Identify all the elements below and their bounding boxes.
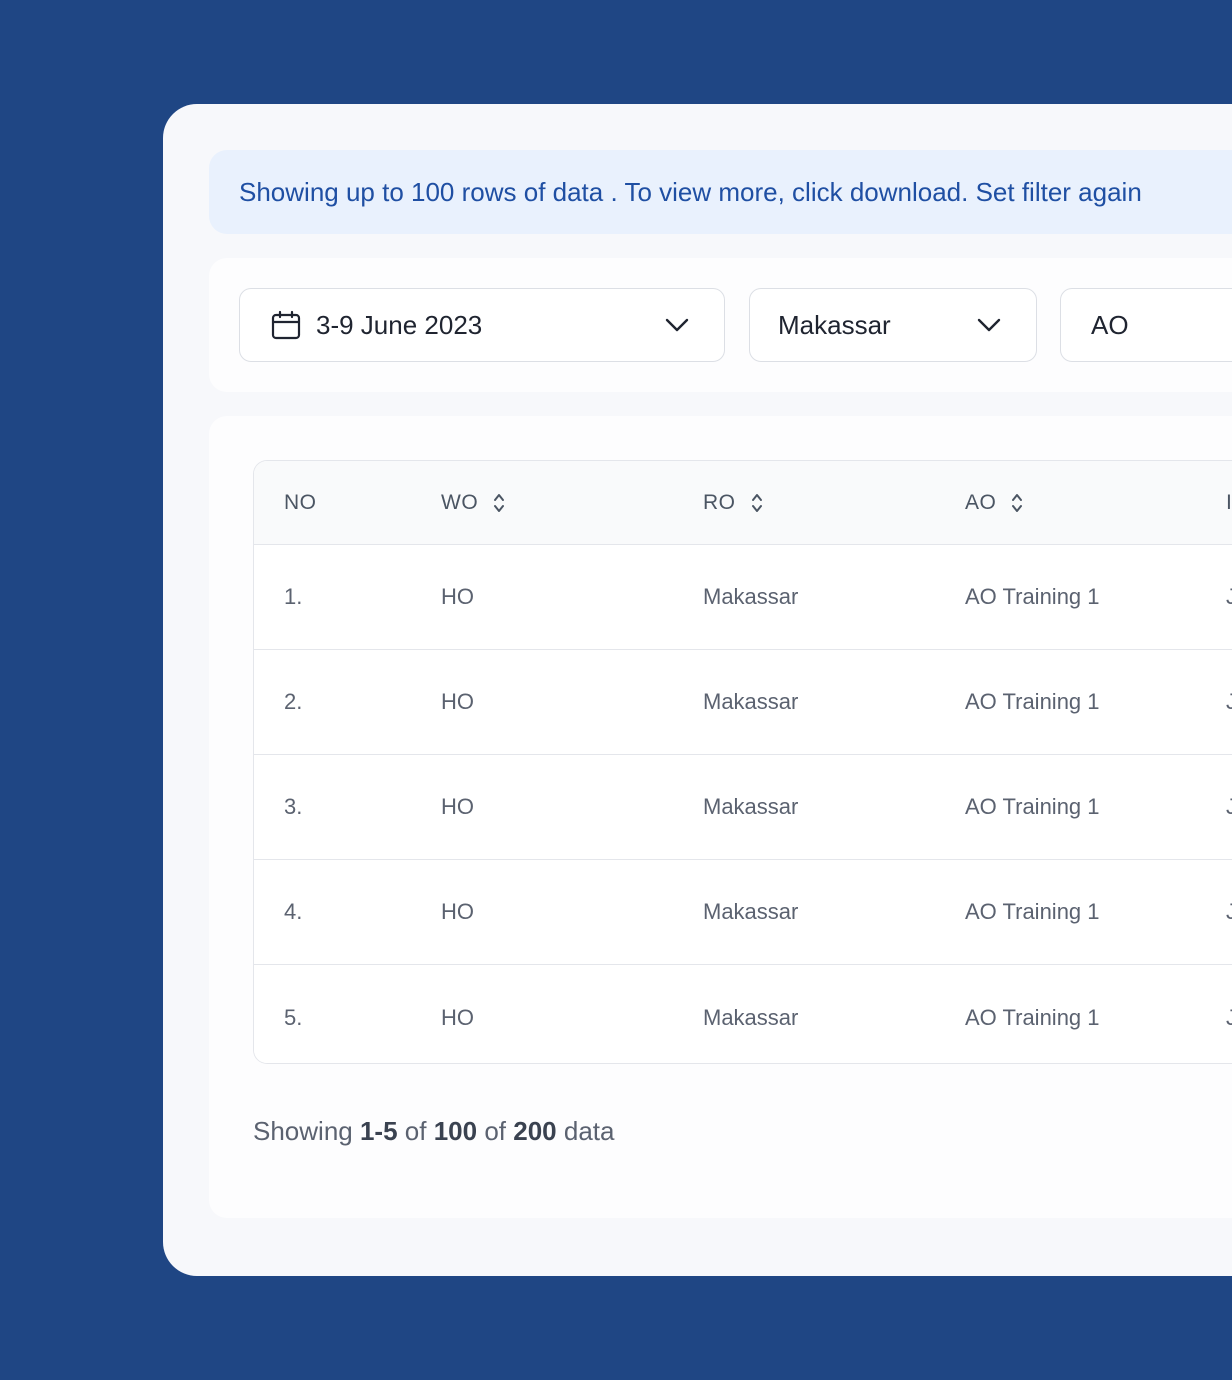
calendar-icon (270, 309, 302, 341)
cell-ao: AO Training 1 (965, 584, 1100, 609)
table-row[interactable]: 1. HO Makassar AO Training 1 J (254, 545, 1232, 650)
cell-no: 4. (284, 899, 303, 924)
cell-ao: AO Training 1 (965, 1004, 1100, 1030)
column-header-label: RO (703, 491, 736, 514)
cell-truncated: J (1226, 545, 1232, 649)
ao-select[interactable]: AO (1060, 288, 1232, 362)
sort-icon[interactable] (750, 492, 764, 514)
chevron-down-icon (664, 312, 690, 338)
info-banner-text: Showing up to 100 rows of data . To view… (239, 176, 1142, 207)
region-value: Makassar (778, 309, 891, 340)
cell-ro: Makassar (703, 689, 799, 714)
column-header-label: WO (441, 491, 479, 514)
cell-ro: Makassar (703, 899, 799, 924)
cell-no: 3. (284, 794, 303, 819)
cell-ao: AO Training 1 (965, 689, 1100, 714)
column-header-ao[interactable]: AO (965, 461, 1024, 545)
column-header-truncated: I (1226, 461, 1232, 545)
table-row[interactable]: 2. HO Makassar AO Training 1 J (254, 650, 1232, 755)
column-header-label: AO (965, 491, 997, 514)
column-header-label: I (1226, 491, 1232, 514)
column-header-wo[interactable]: WO (441, 461, 506, 545)
cell-truncated: J (1226, 965, 1232, 1063)
date-range-select[interactable]: 3-9 June 2023 (239, 288, 725, 362)
app-backdrop: Showing up to 100 rows of data . To view… (0, 0, 1232, 1380)
cell-no: 2. (284, 689, 303, 714)
column-header-ro[interactable]: RO (703, 461, 764, 545)
ao-value: AO (1091, 309, 1129, 340)
summary-range: 1-5 (359, 1116, 398, 1146)
summary-suffix: data (563, 1116, 615, 1146)
info-banner: Showing up to 100 rows of data . To view… (209, 150, 1232, 234)
cell-truncated: J (1226, 650, 1232, 754)
filter-bar: 3-9 June 2023 Makassar AO (209, 258, 1232, 392)
cell-wo: HO (441, 1004, 474, 1030)
table-row[interactable]: 5. HO Makassar AO Training 1 J (254, 965, 1232, 1063)
summary-of: of (484, 1116, 507, 1146)
summary-total: 200 (513, 1116, 557, 1146)
cell-truncated: J (1226, 755, 1232, 859)
table-header: NO WO RO AO I (254, 461, 1232, 545)
table-row[interactable]: 4. HO Makassar AO Training 1 J (254, 860, 1232, 965)
chevron-down-icon (976, 312, 1002, 338)
report-panel: Showing up to 100 rows of data . To view… (163, 104, 1232, 1276)
region-select[interactable]: Makassar (749, 288, 1037, 362)
sort-icon[interactable] (492, 492, 506, 514)
summary-shown: 100 (433, 1116, 478, 1146)
sort-icon[interactable] (1010, 492, 1024, 514)
cell-wo: HO (441, 794, 474, 819)
cell-ao: AO Training 1 (965, 794, 1100, 819)
cell-ao: AO Training 1 (965, 899, 1100, 924)
table-row[interactable]: 3. HO Makassar AO Training 1 J (254, 755, 1232, 860)
data-table: NO WO RO AO I 1. HO Makassar AO Training… (253, 460, 1232, 1064)
pagination-summary: Showing 1-5 of 100 of 200 data (253, 1116, 614, 1147)
cell-truncated: J (1226, 860, 1232, 964)
cell-ro: Makassar (703, 794, 799, 819)
cell-wo: HO (441, 899, 474, 924)
cell-wo: HO (441, 584, 474, 609)
cell-wo: HO (441, 689, 474, 714)
column-header-label: NO (284, 491, 317, 514)
column-header-no: NO (284, 461, 317, 545)
cell-ro: Makassar (703, 1004, 799, 1030)
summary-prefix: Showing (253, 1116, 353, 1146)
summary-of: of (404, 1116, 427, 1146)
cell-ro: Makassar (703, 584, 799, 609)
date-range-value: 3-9 June 2023 (316, 309, 483, 340)
cell-no: 5. (284, 1004, 303, 1030)
table-card: NO WO RO AO I 1. HO Makassar AO Training… (209, 416, 1232, 1218)
cell-no: 1. (284, 584, 303, 609)
